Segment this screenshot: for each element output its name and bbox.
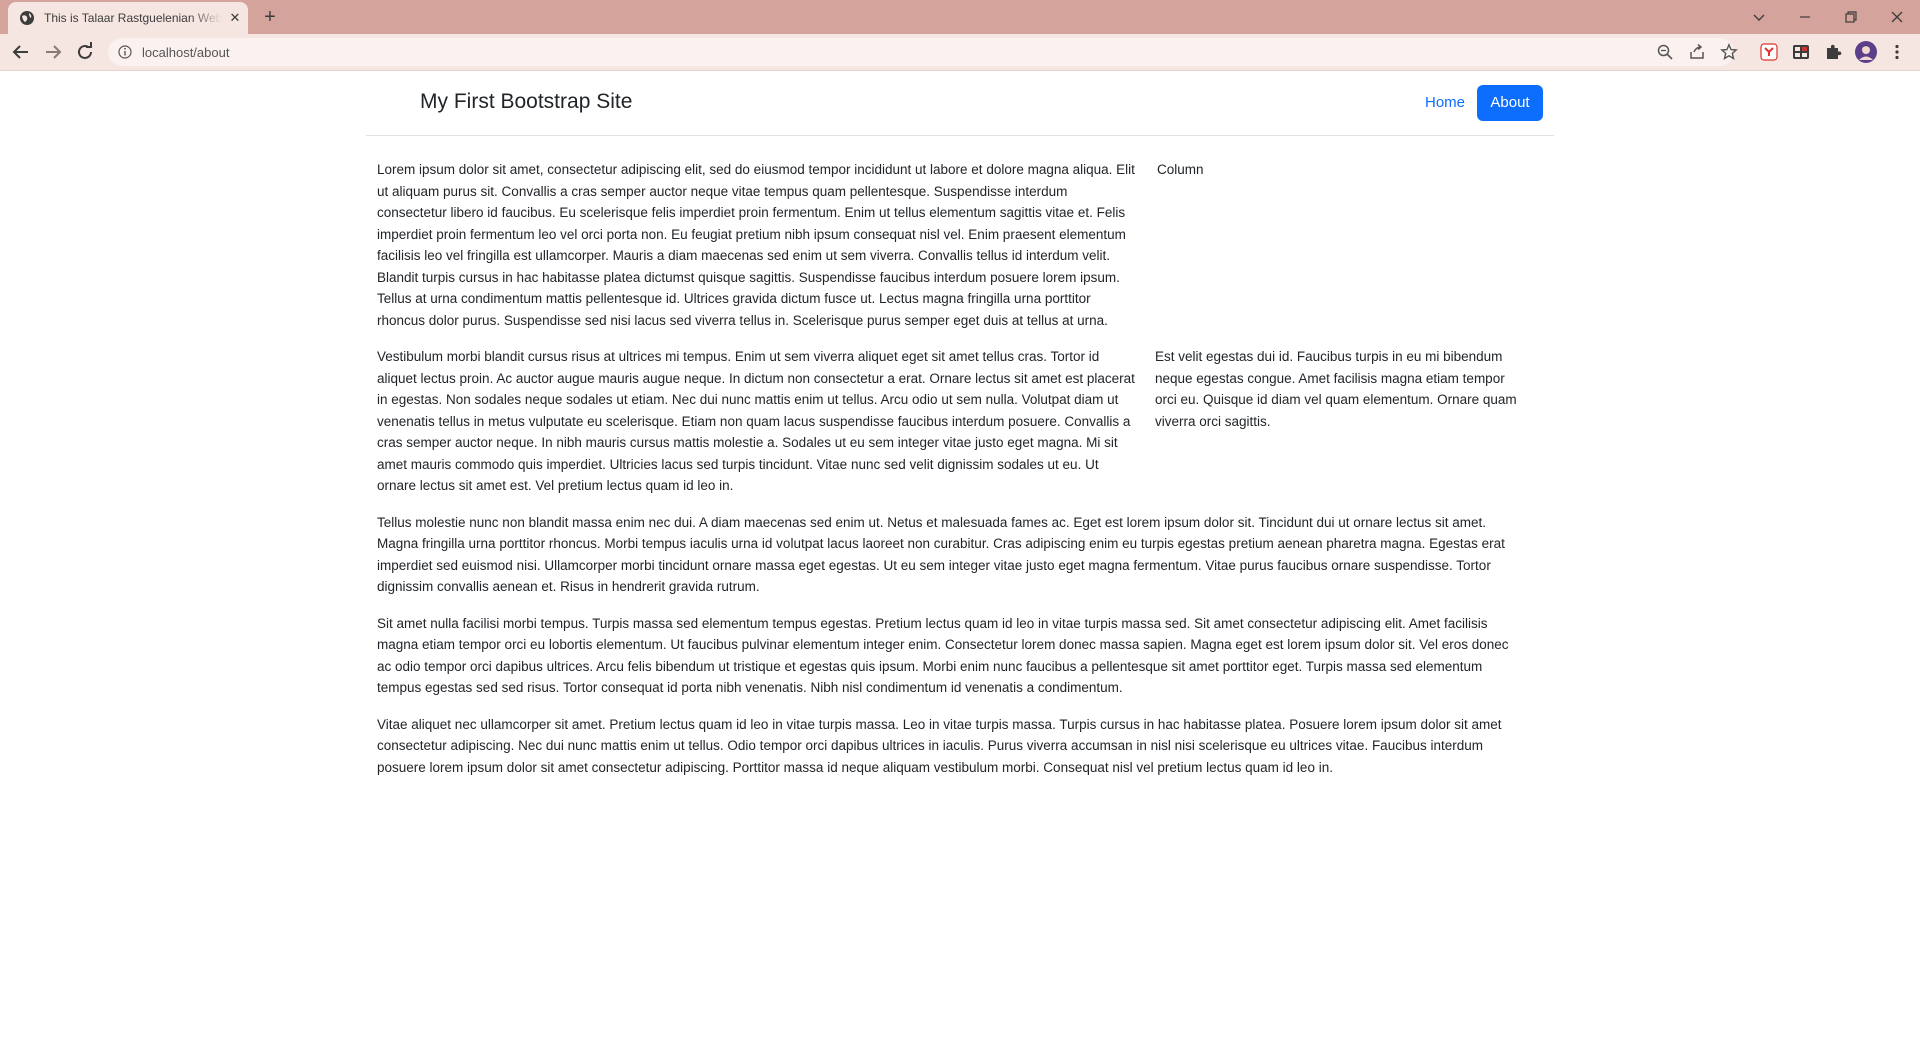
close-icon[interactable] [1886, 6, 1908, 28]
zoom-icon[interactable] [1656, 43, 1674, 61]
minimize-icon[interactable] [1794, 6, 1816, 28]
nav-home-link[interactable]: Home [1416, 85, 1474, 121]
new-tab-button[interactable]: + [258, 6, 282, 30]
puzzle-icon[interactable] [1824, 43, 1842, 61]
browser-tab[interactable]: This is Talaar Rastguelenian Website ✕ [8, 2, 248, 34]
forward-arrow-icon[interactable] [41, 40, 65, 64]
star-icon[interactable] [1720, 43, 1738, 61]
paragraph-lorem: Lorem ipsum dolor sit amet, consectetur … [377, 162, 1135, 328]
column-label: Column [1157, 162, 1204, 177]
nav-about-link[interactable]: About [1477, 85, 1543, 121]
site-title-link[interactable]: My First Bootstrap Site [420, 89, 632, 115]
main-content: Lorem ipsum dolor sit amet, consectetur … [377, 159, 1523, 793]
side-column: Est velit egestas dui id. Faucibus turpi… [1135, 346, 1523, 497]
chevron-down-icon[interactable] [1748, 6, 1770, 28]
browser-titlebar: This is Talaar Rastguelenian Website ✕ + [0, 0, 1920, 34]
content-row-2: Vestibulum morbi blandit cursus risus at… [377, 346, 1523, 497]
share-icon[interactable] [1688, 43, 1706, 61]
main-column: Vestibulum morbi blandit cursus risus at… [377, 346, 1135, 497]
tab-close-icon[interactable]: ✕ [228, 11, 242, 25]
globe-icon [19, 10, 35, 26]
browser-toolbar: localhost/about [0, 34, 1920, 70]
kebab-menu-icon[interactable] [1888, 43, 1906, 61]
url-text[interactable]: localhost/about [142, 45, 229, 60]
paragraph-tellus: Tellus molestie nunc non blandit massa e… [377, 514, 1505, 595]
main-column: Lorem ipsum dolor sit amet, consectetur … [377, 159, 1135, 331]
content-row-1: Lorem ipsum dolor sit amet, consectetur … [377, 159, 1523, 331]
back-arrow-icon[interactable] [9, 40, 33, 64]
info-icon[interactable] [118, 45, 132, 59]
reload-icon[interactable] [73, 40, 97, 64]
tab-title: This is Talaar Rastguelenian Website [44, 11, 222, 25]
paragraph-side: Est velit egestas dui id. Faucibus turpi… [1155, 349, 1517, 429]
site-header: My First Bootstrap Site Home About [366, 71, 1554, 136]
address-bar[interactable]: localhost/about [108, 38, 1738, 66]
extension-grid-icon[interactable] [1792, 43, 1810, 61]
restore-icon[interactable] [1840, 6, 1862, 28]
paragraph-sit-amet: Sit amet nulla facilisi morbi tempus. Tu… [377, 615, 1509, 696]
side-column: Column [1135, 159, 1523, 331]
avatar-icon[interactable] [1855, 41, 1877, 63]
paragraph-vestibulum: Vestibulum morbi blandit cursus risus at… [377, 349, 1135, 493]
extension-shield-icon[interactable] [1760, 43, 1778, 61]
paragraph-vitae: Vitae aliquet nec ullamcorper sit amet. … [377, 716, 1502, 775]
